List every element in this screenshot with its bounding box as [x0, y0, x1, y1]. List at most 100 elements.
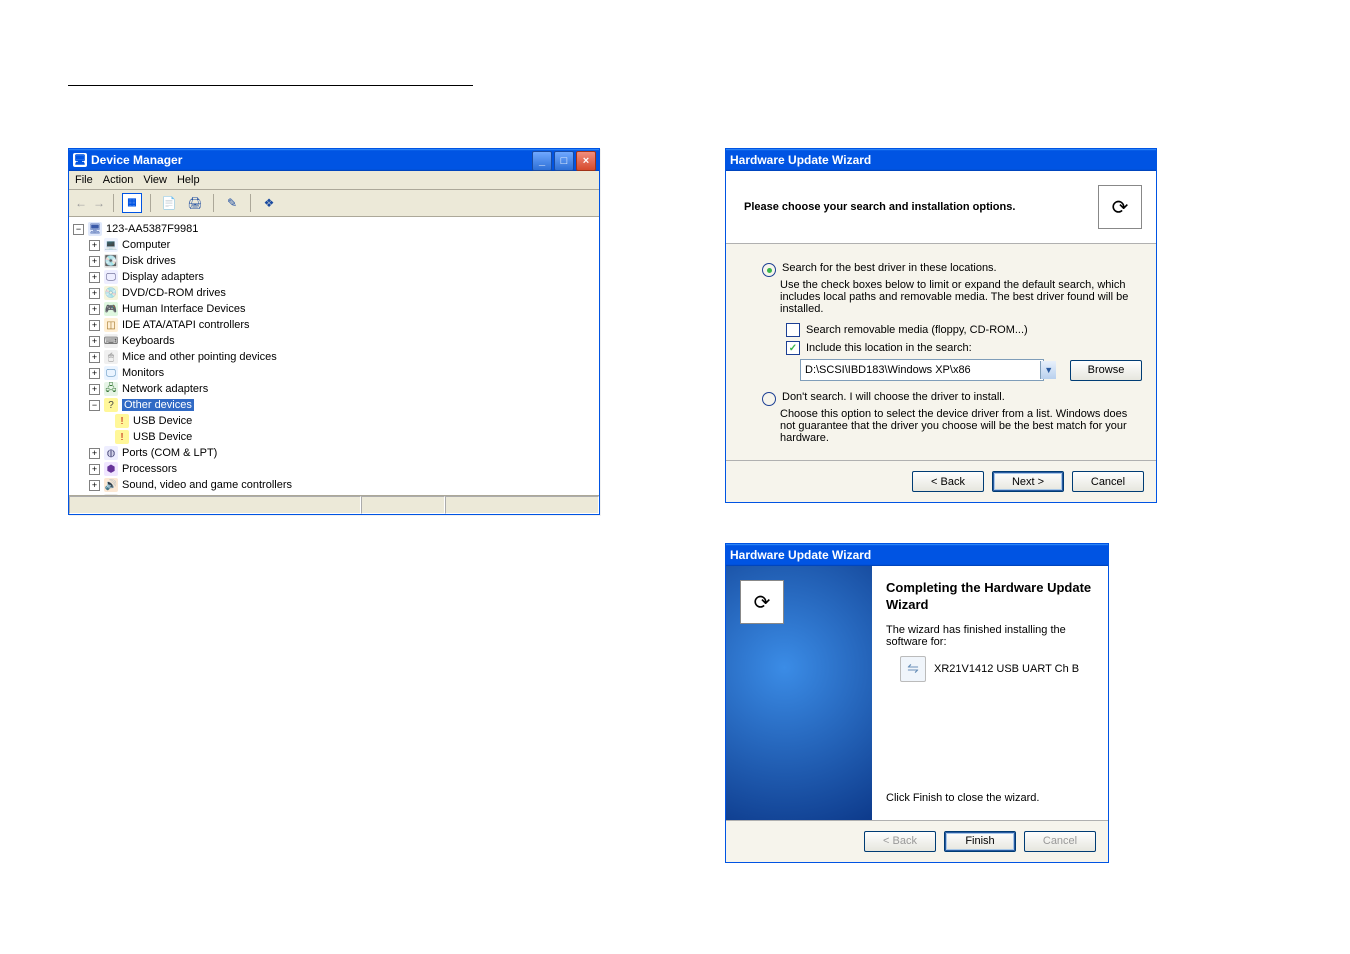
- tree-node[interactable]: 💿DVD/CD-ROM drives: [73, 285, 595, 301]
- expand-icon[interactable]: [89, 256, 100, 267]
- tree-node[interactable]: ◍Ports (COM & LPT): [73, 445, 595, 461]
- expand-icon[interactable]: [89, 384, 100, 395]
- computer-icon: 🖥: [88, 222, 102, 236]
- minimize-button[interactable]: _: [532, 151, 552, 171]
- finish-button[interactable]: Finish: [944, 831, 1016, 852]
- dont-search-description: Choose this option to select the device …: [780, 408, 1142, 444]
- collapse-icon[interactable]: [89, 400, 100, 411]
- wizard-finish-instruction: Click Finish to close the wizard.: [886, 792, 1094, 804]
- display-icon: 🖵: [104, 270, 118, 284]
- hid-icon: 🎮: [104, 302, 118, 316]
- expand-icon[interactable]: [89, 240, 100, 251]
- update-driver-icon[interactable]: ✎: [222, 193, 242, 213]
- monitor-icon: 🖵: [104, 366, 118, 380]
- next-button[interactable]: Next >: [992, 471, 1064, 492]
- separator: [113, 194, 114, 212]
- device-tree[interactable]: 🖥 123-AA5387F9981 💻Computer 💽Disk drives…: [69, 217, 599, 495]
- radio-dont-search[interactable]: Don't search. I will choose the driver t…: [762, 391, 1142, 406]
- nav-back-icon[interactable]: ←: [75, 196, 87, 210]
- node-label: Display adapters: [122, 271, 204, 283]
- expand-icon[interactable]: [89, 368, 100, 379]
- scan-hardware-icon[interactable]: ❖: [259, 193, 279, 213]
- node-label: IDE ATA/ATAPI controllers: [122, 319, 250, 331]
- wizard-subtext: The wizard has finished installing the s…: [886, 624, 1094, 648]
- tree-root[interactable]: 🖥 123-AA5387F9981: [73, 221, 595, 237]
- expand-icon[interactable]: [89, 288, 100, 299]
- tree-node[interactable]: 🔊Sound, video and game controllers: [73, 477, 595, 493]
- tree-node[interactable]: 🖵Monitors: [73, 365, 595, 381]
- expand-icon[interactable]: [89, 448, 100, 459]
- dropdown-arrow-icon[interactable]: ▼: [1040, 361, 1056, 379]
- wizard-content: Completing the Hardware Update Wizard Th…: [872, 566, 1108, 820]
- tree-node[interactable]: 🖵 Display adapters: [73, 269, 595, 285]
- device-name: XR21V1412 USB UART Ch B: [934, 663, 1079, 675]
- tree-node[interactable]: 💽Disk drives: [73, 253, 595, 269]
- expand-icon[interactable]: [89, 304, 100, 315]
- nav-forward-icon[interactable]: →: [93, 196, 105, 210]
- driver-path-input[interactable]: [800, 359, 1044, 381]
- sound-icon: 🔊: [104, 478, 118, 492]
- browse-button[interactable]: Browse: [1070, 360, 1142, 381]
- wizard-heading: Completing the Hardware Update Wizard: [886, 580, 1094, 614]
- ports-icon: ◍: [104, 446, 118, 460]
- hardware-wizard-complete: Hardware Update Wizard ⟳ Completing the …: [725, 543, 1109, 863]
- expand-icon[interactable]: [89, 464, 100, 475]
- status-cell: [445, 496, 599, 514]
- wizard-button-row: < Back Finish Cancel: [726, 820, 1108, 862]
- wizard-header: Please choose your search and installati…: [726, 171, 1156, 244]
- node-label: Disk drives: [122, 255, 176, 267]
- back-button[interactable]: < Back: [912, 471, 984, 492]
- tree-node[interactable]: ?Other devices: [73, 397, 595, 413]
- status-cell: [69, 496, 361, 514]
- tree-node[interactable]: ◫IDE ATA/ATAPI controllers: [73, 317, 595, 333]
- show-hide-tree-button[interactable]: ▦: [122, 193, 142, 213]
- wizard-sidebar: ⟳: [726, 566, 872, 820]
- cancel-button[interactable]: Cancel: [1072, 471, 1144, 492]
- node-label: Network adapters: [122, 383, 208, 395]
- tree-node[interactable]: ⌨Keyboards: [73, 333, 595, 349]
- driver-install-icon: ⟳: [1098, 185, 1142, 229]
- checkbox-include-location[interactable]: Include this location in the search:: [786, 341, 1142, 355]
- tree-leaf[interactable]: !USB Device: [73, 413, 595, 429]
- expand-icon[interactable]: [89, 272, 100, 283]
- titlebar[interactable]: Hardware Update Wizard: [726, 544, 1108, 566]
- status-cell: [361, 496, 445, 514]
- checkbox-icon: [786, 323, 800, 337]
- checkbox-label: Search removable media (floppy, CD-ROM..…: [806, 324, 1028, 336]
- expand-icon[interactable]: [89, 352, 100, 363]
- node-label: USB Device: [133, 431, 192, 443]
- collapse-icon[interactable]: [73, 224, 84, 235]
- close-button[interactable]: ×: [576, 151, 596, 171]
- checkbox-removable[interactable]: Search removable media (floppy, CD-ROM..…: [786, 323, 1142, 337]
- checkbox-label: Include this location in the search:: [806, 342, 972, 354]
- menu-view[interactable]: View: [143, 174, 167, 186]
- warning-usb-icon: !: [115, 430, 129, 444]
- back-button: < Back: [864, 831, 936, 852]
- node-label: Computer: [122, 239, 170, 251]
- tree-node[interactable]: 🖱Mice and other pointing devices: [73, 349, 595, 365]
- menubar: File Action View Help: [69, 171, 599, 190]
- maximize-button[interactable]: □: [554, 151, 574, 171]
- titlebar[interactable]: Hardware Update Wizard: [726, 149, 1156, 171]
- tree-node[interactable]: 🖧Network adapters: [73, 381, 595, 397]
- title-text: Device Manager: [91, 153, 182, 167]
- expand-icon[interactable]: [89, 320, 100, 331]
- tree-node[interactable]: 🎮Human Interface Devices: [73, 301, 595, 317]
- titlebar[interactable]: 🖥 Device Manager _ □ ×: [69, 149, 599, 171]
- radio-search-best[interactable]: Search for the best driver in these loca…: [762, 262, 1142, 277]
- properties-icon[interactable]: 📄: [159, 193, 179, 213]
- node-label: USB Device: [133, 415, 192, 427]
- menu-help[interactable]: Help: [177, 174, 200, 186]
- menu-action[interactable]: Action: [103, 174, 134, 186]
- keyboard-icon: ⌨: [104, 334, 118, 348]
- menu-file[interactable]: File: [75, 174, 93, 186]
- device-manager-window: 🖥 Device Manager _ □ × File Action View …: [68, 148, 600, 515]
- tree-leaf[interactable]: ! USB Device: [73, 429, 595, 445]
- node-label: Mice and other pointing devices: [122, 351, 277, 363]
- tree-node[interactable]: 💻Computer: [73, 237, 595, 253]
- app-icon: 🖥: [73, 153, 87, 167]
- print-icon[interactable]: 🖨: [185, 193, 205, 213]
- expand-icon[interactable]: [89, 480, 100, 491]
- expand-icon[interactable]: [89, 336, 100, 347]
- tree-node[interactable]: ⬢Processors: [73, 461, 595, 477]
